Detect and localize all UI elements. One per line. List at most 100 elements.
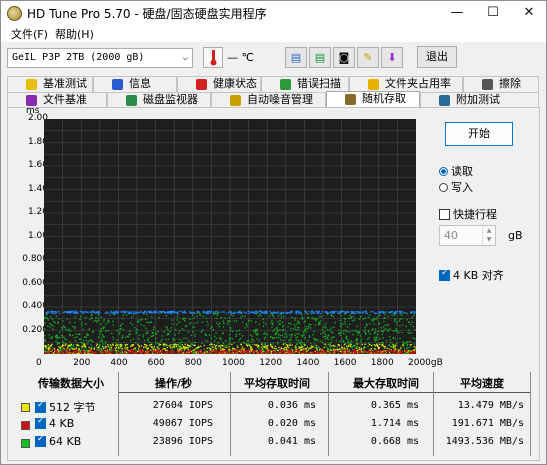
data-point — [231, 350, 233, 353]
data-point — [185, 346, 187, 348]
data-point — [210, 348, 212, 350]
data-point — [89, 349, 92, 352]
data-point — [147, 352, 150, 354]
tab-speaker[interactable]: 自动噪音管理 — [211, 92, 326, 108]
data-point — [337, 312, 339, 314]
tab-file[interactable]: 文件基准 — [7, 92, 107, 108]
data-point — [151, 346, 153, 349]
data-point — [61, 349, 63, 351]
data-point — [327, 334, 330, 336]
data-point — [281, 311, 283, 313]
align-4kb-checkbox[interactable]: 4 KB 对齐 — [439, 267, 504, 283]
data-point — [347, 345, 350, 347]
data-point — [201, 331, 203, 333]
data-point — [297, 311, 299, 313]
data-point — [143, 339, 146, 342]
data-point — [144, 343, 146, 346]
checkbox-checked-icon — [439, 268, 450, 281]
data-point — [51, 312, 54, 314]
series-checkbox[interactable]: 512 字节 — [35, 399, 96, 415]
copy-info-button[interactable]: ▤ — [285, 47, 307, 68]
data-point — [383, 345, 385, 348]
spinner-arrows-icon[interactable]: ▲ ▼ — [482, 226, 495, 245]
tab-extra[interactable]: 附加测试 — [420, 92, 539, 108]
data-point — [280, 316, 283, 319]
data-point — [131, 345, 133, 347]
data-point — [320, 333, 322, 335]
series-checkbox[interactable]: 4 KB — [35, 416, 74, 430]
data-point — [304, 320, 307, 322]
data-point — [306, 350, 308, 352]
data-point — [234, 349, 237, 351]
minimize-button[interactable]: — — [439, 1, 475, 24]
tab-folder[interactable]: 文件夹占用率 — [349, 76, 463, 92]
data-point — [406, 312, 408, 315]
data-point — [133, 310, 135, 312]
data-point — [343, 332, 345, 335]
radio-icon — [439, 183, 448, 192]
data-point — [126, 344, 128, 346]
data-point — [369, 348, 371, 351]
data-point — [336, 348, 338, 350]
data-point — [111, 312, 114, 314]
data-point — [185, 352, 187, 354]
data-point — [110, 310, 112, 313]
close-button[interactable]: ✕ — [511, 1, 547, 24]
data-point — [364, 343, 366, 345]
tab-trash[interactable]: 擦除 — [463, 76, 539, 92]
tab-magnifier[interactable]: 错误扫描 — [261, 76, 349, 92]
x-tick-label: 0 — [36, 358, 42, 368]
data-point — [157, 331, 159, 333]
data-point — [307, 316, 309, 319]
data-point — [68, 328, 70, 330]
data-point — [344, 320, 346, 323]
data-point — [118, 333, 120, 335]
data-point — [131, 316, 133, 318]
data-point — [240, 316, 242, 318]
data-point — [164, 343, 166, 345]
data-point — [103, 336, 105, 338]
data-point — [271, 314, 273, 316]
data-point — [301, 334, 303, 336]
read-radio[interactable]: 读取 — [439, 163, 473, 179]
data-point — [371, 319, 373, 321]
data-point — [107, 330, 109, 332]
data-point — [130, 339, 132, 342]
menu-file[interactable]: 文件(F) — [11, 26, 48, 42]
screenshot-button[interactable]: ◙ — [333, 47, 355, 68]
data-point — [276, 341, 279, 343]
data-point — [225, 346, 227, 348]
options-button[interactable]: ✎ — [357, 47, 379, 68]
data-point — [170, 327, 172, 329]
data-point — [304, 329, 306, 331]
data-point — [178, 321, 180, 323]
data-point — [145, 311, 148, 314]
exit-button[interactable]: 退出 — [417, 46, 457, 68]
start-button[interactable]: 开始 — [445, 122, 513, 146]
data-point — [93, 320, 95, 323]
data-point — [363, 331, 365, 333]
tab-monitor[interactable]: 磁盘监视器 — [107, 92, 211, 108]
data-point — [179, 350, 181, 352]
save-button[interactable]: ⬇ — [381, 47, 403, 68]
menu-help[interactable]: 帮助(H) — [55, 26, 94, 42]
data-point — [222, 351, 224, 353]
tab-health[interactable]: 健康状态 — [177, 76, 261, 92]
title-bar[interactable]: HD Tune Pro 5.70 - 硬盘/固态硬盘实用程序 — ☐ ✕ — [1, 1, 546, 24]
drive-select[interactable]: GeIL P3P 2TB (2000 gB) ⌵ — [7, 48, 193, 68]
data-point — [385, 353, 387, 354]
copy-all-button[interactable]: ▤ — [309, 47, 331, 68]
tab-info[interactable]: 信息 — [93, 76, 177, 92]
quick-run-checkbox[interactable]: 快捷行程 — [439, 206, 497, 222]
series-checkbox[interactable]: 64 KB — [35, 434, 81, 448]
data-point — [101, 350, 103, 352]
data-point — [116, 344, 119, 346]
tab-bulb[interactable]: 基准测试 — [7, 76, 93, 92]
data-point — [376, 343, 378, 345]
write-radio[interactable]: 写入 — [439, 179, 473, 195]
maximize-button[interactable]: ☐ — [475, 1, 511, 24]
data-point — [103, 349, 105, 351]
quick-run-unit: gB — [508, 229, 523, 242]
quick-run-size-input[interactable]: 40 ▲ ▼ — [439, 225, 496, 246]
data-point — [190, 334, 193, 337]
